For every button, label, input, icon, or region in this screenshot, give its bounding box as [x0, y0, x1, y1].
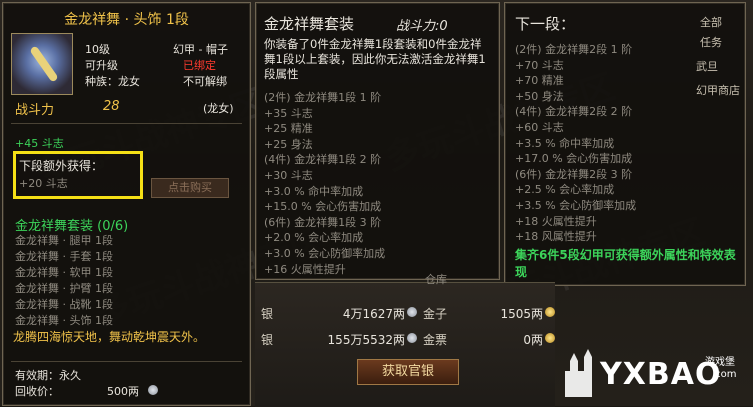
site-logo: YXBAO 游戏堡 .com — [560, 345, 750, 403]
bonus-line: +16 火属性提升 — [264, 262, 346, 276]
divider — [11, 123, 242, 124]
item-upgradable: 可升级 — [85, 59, 118, 72]
item-title: 金龙祥舞 · 头饰 1段 — [64, 12, 189, 28]
bonus-line: +70 斗志 — [515, 58, 564, 72]
bonus-line: +60 斗志 — [515, 121, 564, 134]
bonus-line: +15.0 % 会心伤害加成 — [264, 200, 382, 214]
logo-text: YXBAO — [600, 357, 722, 392]
combat-class: (龙女) — [203, 102, 234, 115]
bonus-line: +3.0 % 会心防御率加成 — [264, 247, 386, 260]
item-untradeable: 不可解绑 — [183, 75, 227, 88]
gold-label: 金子 — [423, 307, 448, 321]
bonus-line: (4件) 金龙祥舞1段 2 阶 — [264, 153, 382, 167]
filter-all[interactable]: 全部 — [700, 14, 722, 30]
filter-task[interactable]: 任务 — [700, 34, 722, 50]
bonus-line: (4件) 金龙祥舞2段 2 阶 — [515, 105, 633, 119]
bonus-line: (6件) 金龙祥舞1段 3 阶 — [264, 215, 382, 229]
warehouse-label: 仓库 — [425, 273, 447, 286]
headgear-icon — [11, 33, 73, 95]
bonus-line: +25 身法 — [264, 137, 313, 151]
silver-label: 银 — [261, 307, 274, 321]
bonus-line: +3.5 % 命中率加成 — [515, 136, 615, 150]
bonus-line: +30 斗志 — [264, 169, 313, 182]
item-tooltip: 金龙祥舞 · 头饰 1段 10级 幻甲 - 帽子 可升级 已绑定 种族：龙女 不… — [2, 2, 251, 406]
bonus-line: +2.5 % 会心率加成 — [515, 183, 615, 197]
bonus-line: +3.5 % 会心防御率加成 — [515, 199, 637, 212]
bonus-line: (2件) 金龙祥舞2段 1 阶 — [515, 43, 633, 56]
set-panel-combat: 战斗力:0 — [396, 19, 448, 34]
item-type: 幻甲 - 帽子 — [173, 43, 228, 56]
set-piece: 金龙祥舞 · 手套 1段 — [15, 250, 113, 263]
item-motto: 龙腾四海惊天地，舞动乾坤震天外。 — [13, 330, 206, 344]
next-panel-footer: 集齐6件5段幻甲可获得额外属性和特效表现 — [515, 248, 736, 279]
combat-label: 战斗力 — [15, 103, 55, 118]
silver-coin-icon — [407, 333, 417, 343]
bonus-line: +2.0 % 会心率加成 — [264, 231, 364, 245]
tab-shop[interactable]: 幻甲商店 — [696, 82, 740, 98]
highlight-box: 下段额外获得： +20 斗志 — [13, 151, 143, 199]
bonus-line: +70 精准 — [515, 74, 564, 88]
bonus-stat: +20 斗志 — [19, 177, 68, 190]
set-piece: 金龙祥舞 · 软甲 1段 — [15, 266, 113, 279]
buy-button[interactable]: 点击购买 — [151, 178, 229, 198]
validity: 有效期：永久 — [15, 369, 81, 382]
silver-value: 4万1627两 — [342, 307, 405, 321]
set-piece: 金龙祥舞 · 头饰 1段 — [15, 314, 113, 327]
castle-icon — [565, 349, 592, 397]
bound-silver-value: 155万5532两 — [327, 333, 405, 347]
logo-subtext: 游戏堡 — [705, 357, 735, 368]
bonus-line: +25 精准 — [264, 122, 313, 136]
divider — [11, 361, 242, 362]
set-tooltip: 金龙祥舞套装 战斗力:0 你装备了0件金龙祥舞1段套装和0件金龙祥舞1段以上套装… — [255, 2, 500, 280]
base-stat: +45 斗志 — [15, 137, 64, 150]
item-race: 种族：龙女 — [85, 75, 140, 88]
set-piece: 金龙祥舞 · 护臂 1段 — [15, 282, 113, 295]
bonus-line: +18 风属性提升 — [515, 230, 597, 244]
recycle-label: 回收价： — [15, 385, 59, 398]
bonus-line: (2件) 金龙祥舞1段 1 阶 — [264, 91, 382, 104]
recycle-value: 500两 — [107, 385, 139, 398]
logo-domain: .com — [712, 369, 737, 380]
bonus-line: +50 身法 — [515, 89, 564, 103]
tab-wudan[interactable]: 武旦 — [696, 58, 718, 74]
bonus-line: +35 斗志 — [264, 106, 313, 120]
gold-coin-icon — [545, 307, 555, 317]
set-piece: 金龙祥舞 · 战靴 1段 — [15, 298, 113, 311]
item-level: 10级 — [85, 43, 110, 56]
gold-value: 1505两 — [500, 307, 543, 321]
combat-row: 战斗力 28 (龙女) — [15, 99, 240, 118]
bound-silver-label: 银 — [261, 333, 274, 347]
combat-value: 28 — [103, 99, 120, 114]
bonus-line: (6件) 金龙祥舞2段 3 阶 — [515, 167, 633, 181]
bonus-label: 下段额外获得： — [19, 159, 104, 173]
fetch-silver-button[interactable]: 获取官银 — [357, 359, 459, 385]
ticket-value: 0两 — [523, 333, 543, 347]
ticket-label: 金票 — [423, 333, 448, 347]
set-piece: 金龙祥舞 · 腿甲 1段 — [15, 234, 113, 247]
bonus-line: +3.0 % 命中率加成 — [264, 184, 364, 198]
shop-filter-strip: 全部 任务 武旦 幻甲商店 — [692, 2, 752, 132]
bonus-line: +18 火属性提升 — [515, 214, 597, 228]
set-panel-desc: 你装备了0件金龙祥舞1段套装和0件金龙祥舞1段以上套装，因此你无法激活金龙祥舞1… — [264, 37, 486, 81]
gold-coin-icon — [545, 333, 555, 343]
next-panel-title: 下一段： — [515, 15, 576, 33]
silver-coin-icon — [407, 307, 417, 317]
bonus-line: +17.0 % 会心伤害加成 — [515, 152, 633, 166]
set-panel-title: 金龙祥舞套装 — [264, 15, 355, 33]
item-bound: 已绑定 — [183, 59, 216, 72]
currency-panel: 仓库 银 4万1627两 银 155万5532两 金子 1505两 金票 0两 — [255, 273, 555, 407]
silver-coin-icon — [148, 385, 158, 395]
